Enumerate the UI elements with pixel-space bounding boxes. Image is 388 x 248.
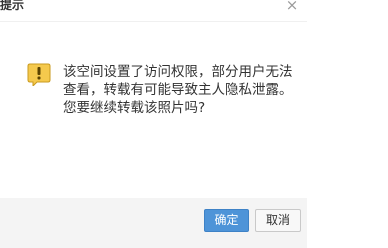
dialog-titlebar: 提示 × [0, 0, 307, 14]
cancel-button[interactable]: 取消 [255, 209, 301, 232]
message-line: 您要继续转载该照片吗? [63, 100, 206, 116]
dialog-message: 该空间设置了访问权限，部分用户无法查看，转载有可能导致主人隐私泄露。 您要继续转… [63, 63, 295, 117]
confirm-dialog: 提示 × 该空间设置了访问权限，部分用户无法查看，转载有可能导致主人隐私泄露。 … [0, 0, 307, 248]
warning-icon [27, 63, 51, 86]
dialog-title: 提示 [0, 0, 25, 12]
title-divider [0, 21, 307, 22]
close-button[interactable]: × [283, 0, 301, 14]
close-icon: × [285, 0, 299, 14]
ok-button[interactable]: 确定 [204, 209, 249, 232]
message-line: 该空间设置了访问权限，部分用户无法查看，转载有可能导致主人隐私泄露。 [63, 64, 293, 98]
